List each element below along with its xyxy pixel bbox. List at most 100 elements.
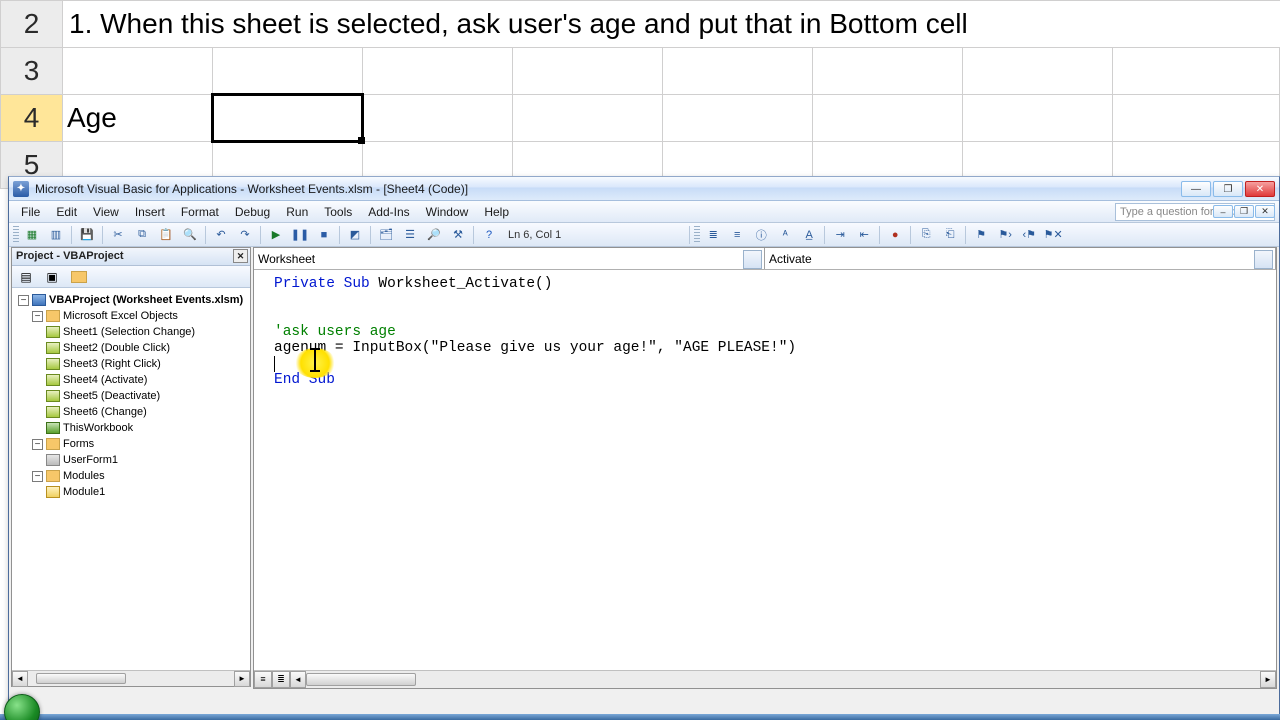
cell-F3[interactable] xyxy=(813,48,963,95)
project-root[interactable]: VBAProject (Worksheet Events.xlsm) xyxy=(49,294,243,306)
tree-userform1[interactable]: UserForm1 xyxy=(63,454,118,466)
menu-addins[interactable]: Add-Ins xyxy=(360,203,417,221)
menu-edit[interactable]: Edit xyxy=(48,203,85,221)
scroll-right-icon[interactable]: ► xyxy=(234,671,250,687)
edit-toolbar-grip[interactable] xyxy=(694,226,700,244)
bookmark-toggle-icon[interactable]: ⚑ xyxy=(970,225,992,245)
close-button[interactable]: ✕ xyxy=(1245,181,1275,197)
collapse-project-icon[interactable]: − xyxy=(18,295,29,306)
mdi-close-button[interactable]: ✕ xyxy=(1255,205,1275,218)
project-explorer-scrollbar[interactable]: ◄ ► xyxy=(12,670,250,686)
break-icon[interactable]: ❚❚ xyxy=(289,225,311,245)
save-icon[interactable]: 💾 xyxy=(76,225,98,245)
breakpoint-icon[interactable]: ● xyxy=(884,225,906,245)
parameter-info-icon[interactable]: ᴬ xyxy=(774,225,796,245)
undo-icon[interactable]: ↶ xyxy=(210,225,232,245)
redo-icon[interactable]: ↷ xyxy=(234,225,256,245)
reset-icon[interactable]: ■ xyxy=(313,225,335,245)
project-explorer-icon[interactable]: 🗂 xyxy=(375,225,397,245)
cell-C3[interactable] xyxy=(363,48,513,95)
complete-word-icon[interactable]: A̲ xyxy=(798,225,820,245)
cell-A3[interactable] xyxy=(63,48,213,95)
indent-icon[interactable]: ⇥ xyxy=(829,225,851,245)
project-explorer-close-icon[interactable]: ✕ xyxy=(233,249,248,263)
menu-file[interactable]: File xyxy=(13,203,48,221)
scroll-thumb[interactable] xyxy=(36,673,126,684)
menu-window[interactable]: Window xyxy=(418,203,477,221)
comment-block-icon[interactable]: ⎘ xyxy=(915,225,937,245)
cell-D4[interactable] xyxy=(513,95,663,142)
bookmark-prev-icon[interactable]: ‹⚑ xyxy=(1018,225,1040,245)
row-header-4[interactable]: 4 xyxy=(1,95,63,142)
code-editor[interactable]: Private Sub Worksheet_Activate() 'ask us… xyxy=(254,270,1276,670)
tree-module1[interactable]: Module1 xyxy=(63,486,105,498)
object-browser-icon[interactable]: 🔎 xyxy=(423,225,445,245)
tree-modules[interactable]: Modules xyxy=(63,470,105,482)
menu-insert[interactable]: Insert xyxy=(127,203,173,221)
project-tree[interactable]: −VBAProject (Worksheet Events.xlsm) −Mic… xyxy=(12,288,250,670)
find-icon[interactable]: 🔍 xyxy=(179,225,201,245)
tree-sheet6[interactable]: Sheet6 (Change) xyxy=(63,406,147,418)
cell-G4[interactable] xyxy=(963,95,1113,142)
cell-E4[interactable] xyxy=(663,95,813,142)
maximize-button[interactable]: ❐ xyxy=(1213,181,1243,197)
cut-icon[interactable]: ✂ xyxy=(107,225,129,245)
tree-excel-objects[interactable]: Microsoft Excel Objects xyxy=(63,310,178,322)
project-explorer-title[interactable]: Project - VBAProject ✕ xyxy=(12,248,250,266)
cell-C4[interactable] xyxy=(363,95,513,142)
tree-sheet1[interactable]: Sheet1 (Selection Change) xyxy=(63,326,195,338)
list-constants-icon[interactable]: ≡ xyxy=(726,225,748,245)
scroll-thumb[interactable] xyxy=(306,673,416,686)
tree-sheet2[interactable]: Sheet2 (Double Click) xyxy=(63,342,170,354)
bookmark-clear-icon[interactable]: ⚑✕ xyxy=(1042,225,1064,245)
collapse-excel-objects-icon[interactable]: − xyxy=(32,311,43,322)
procedure-dropdown[interactable]: Activate xyxy=(765,248,1276,269)
scroll-right-icon[interactable]: ► xyxy=(1260,671,1276,688)
cell-B3[interactable] xyxy=(213,48,363,95)
tree-sheet5[interactable]: Sheet5 (Deactivate) xyxy=(63,390,160,402)
outdent-icon[interactable]: ⇤ xyxy=(853,225,875,245)
instruction-cell[interactable]: 1. When this sheet is selected, ask user… xyxy=(63,1,1280,48)
bookmark-next-icon[interactable]: ⚑› xyxy=(994,225,1016,245)
cell-G3[interactable] xyxy=(963,48,1113,95)
menu-run[interactable]: Run xyxy=(278,203,316,221)
vba-help-icon[interactable]: ? xyxy=(478,225,500,245)
menu-help[interactable]: Help xyxy=(476,203,517,221)
run-icon[interactable]: ▶ xyxy=(265,225,287,245)
menu-tools[interactable]: Tools xyxy=(316,203,360,221)
minimize-button[interactable]: — xyxy=(1181,181,1211,197)
cell-E3[interactable] xyxy=(663,48,813,95)
tree-sheet4[interactable]: Sheet4 (Activate) xyxy=(63,374,147,386)
cell-D3[interactable] xyxy=(513,48,663,95)
row-header-3[interactable]: 3 xyxy=(1,48,63,95)
uncomment-block-icon[interactable]: ⎗ xyxy=(939,225,961,245)
tree-forms[interactable]: Forms xyxy=(63,438,94,450)
properties-window-icon[interactable]: ☰ xyxy=(399,225,421,245)
windows-taskbar[interactable] xyxy=(0,714,1280,720)
tree-thisworkbook[interactable]: ThisWorkbook xyxy=(63,422,133,434)
view-code-icon[interactable]: ▤ xyxy=(16,268,36,286)
design-mode-icon[interactable]: ◩ xyxy=(344,225,366,245)
list-properties-icon[interactable]: ≣ xyxy=(702,225,724,245)
menu-view[interactable]: View xyxy=(85,203,127,221)
cell-H4[interactable] xyxy=(1113,95,1280,142)
object-dropdown[interactable]: Worksheet xyxy=(254,248,765,269)
toolbar-grip[interactable] xyxy=(13,226,19,244)
toolbox-icon[interactable]: ⚒ xyxy=(447,225,469,245)
cell-H3[interactable] xyxy=(1113,48,1280,95)
cell-A4-age-label[interactable]: Age xyxy=(63,95,213,142)
quick-info-icon[interactable]: ⓘ xyxy=(750,225,772,245)
cell-B4-selected[interactable] xyxy=(213,95,363,142)
copy-icon[interactable]: ⧉ xyxy=(131,225,153,245)
cell-F4[interactable] xyxy=(813,95,963,142)
tree-sheet3[interactable]: Sheet3 (Right Click) xyxy=(63,358,161,370)
mdi-minimize-button[interactable]: – xyxy=(1213,205,1233,218)
row-header-2[interactable]: 2 xyxy=(1,1,63,48)
toggle-folders-icon[interactable] xyxy=(68,268,88,286)
paste-icon[interactable]: 📋 xyxy=(155,225,177,245)
view-object-icon[interactable]: ▣ xyxy=(42,268,62,286)
full-module-view-icon[interactable]: ≣ xyxy=(272,671,290,688)
collapse-forms-icon[interactable]: − xyxy=(32,439,43,450)
vbe-titlebar[interactable]: ✦ Microsoft Visual Basic for Application… xyxy=(9,177,1279,201)
scroll-left-icon[interactable]: ◄ xyxy=(12,671,28,687)
